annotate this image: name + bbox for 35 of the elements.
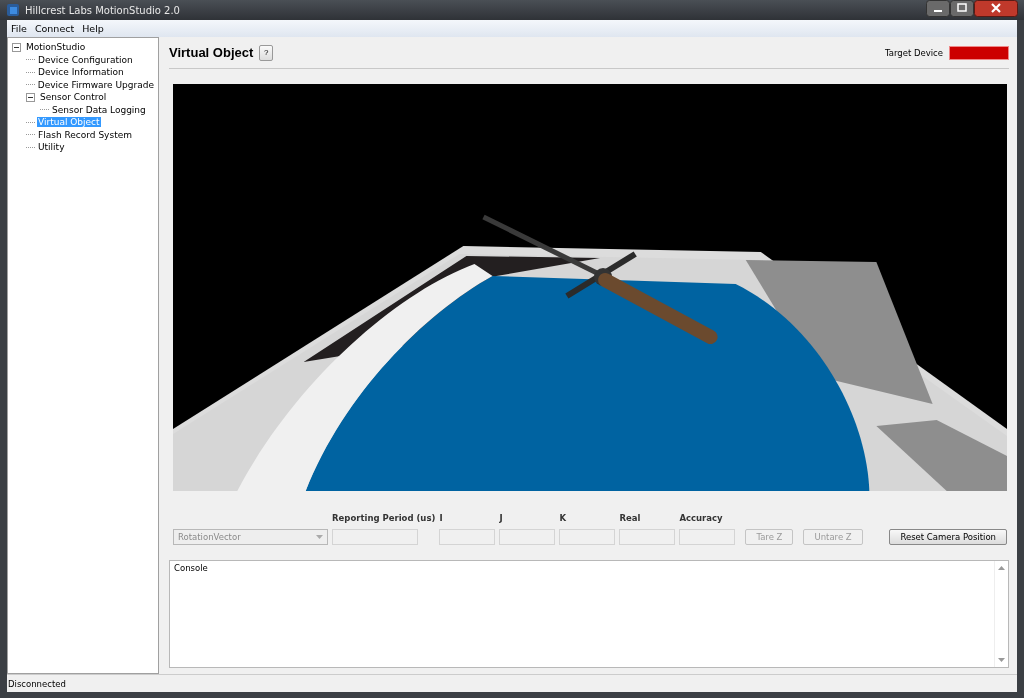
tree-item[interactable]: Sensor Data Logging xyxy=(51,104,147,115)
minimize-icon[interactable] xyxy=(926,0,950,17)
scroll-down-icon[interactable] xyxy=(998,658,1005,662)
page-title: Virtual Object xyxy=(169,45,254,60)
tree-item[interactable]: Sensor Control xyxy=(39,92,108,103)
menu-item[interactable]: Connect xyxy=(34,23,75,34)
collapse-icon[interactable] xyxy=(26,92,35,102)
menu-item[interactable]: File xyxy=(11,23,27,34)
close-icon[interactable] xyxy=(974,0,1018,17)
menu-item[interactable]: Help xyxy=(82,23,104,34)
help-button[interactable]: ? xyxy=(259,44,274,61)
field-label: Accuracy xyxy=(679,513,724,524)
field-label: J xyxy=(499,513,504,524)
window-title: Hillcrest Labs MotionStudio 2.0 xyxy=(25,4,180,16)
action-button[interactable]: Reset Camera Position xyxy=(889,529,1007,545)
scroll-up-icon[interactable] xyxy=(998,566,1005,570)
console-label: Console xyxy=(174,563,208,573)
device-indicator xyxy=(949,45,1009,60)
status-text: Disconnected xyxy=(8,678,66,689)
field-label: I xyxy=(439,513,444,524)
field-label: Reporting Period (us) xyxy=(332,513,436,524)
collapse-icon[interactable] xyxy=(12,42,21,52)
maximize-icon[interactable] xyxy=(950,0,974,17)
tree-item[interactable]: Device Configuration xyxy=(37,54,134,65)
dropdown-caret-icon xyxy=(316,535,323,539)
app-icon xyxy=(6,3,20,17)
tree-item[interactable]: Flash Record System xyxy=(37,129,133,140)
field-label: K xyxy=(559,513,567,524)
tree-item[interactable]: Device Firmware Upgrade xyxy=(36,79,155,90)
target-device-label: Target Device xyxy=(884,47,943,58)
scrollbar[interactable] xyxy=(994,561,1008,667)
tree-item[interactable]: MotionStudio xyxy=(25,42,87,53)
field-label: Real xyxy=(619,513,642,524)
tree-item[interactable]: Utility xyxy=(37,142,66,153)
tree-item[interactable]: Device Information xyxy=(37,67,125,78)
